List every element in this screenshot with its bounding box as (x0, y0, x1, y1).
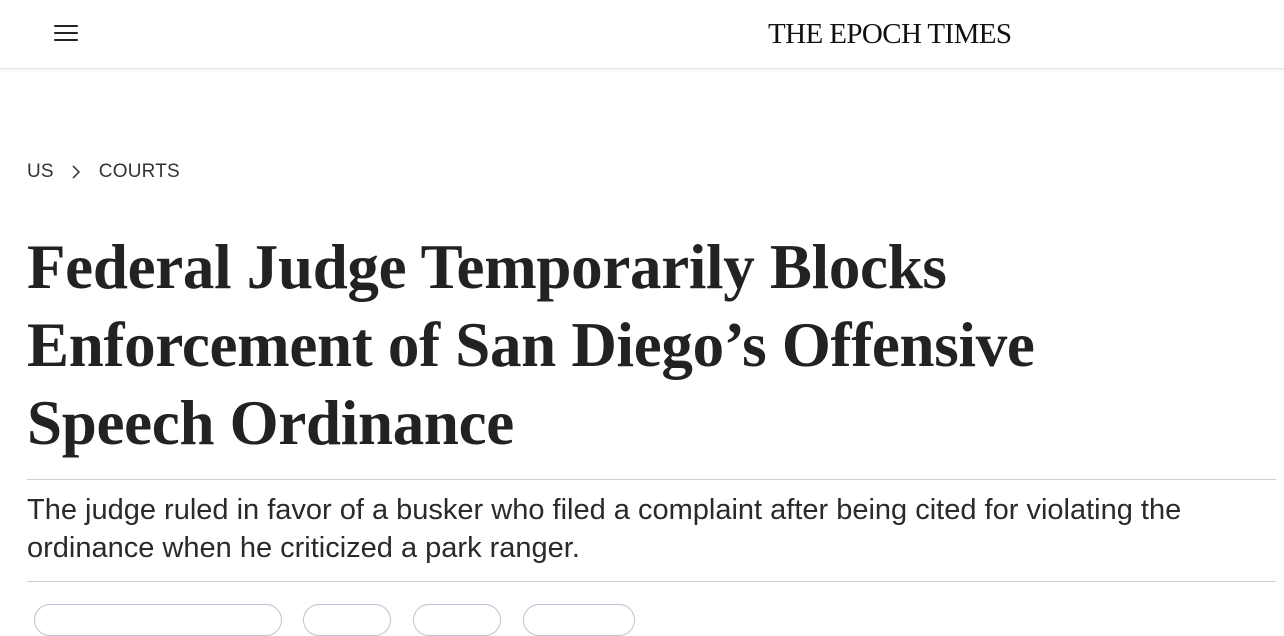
article-headline: Federal Judge Temporarily Blocks Enforce… (27, 232, 1035, 458)
breadcrumb-item-us[interactable]: US (27, 161, 54, 183)
subheadline-divider (27, 581, 1276, 582)
breadcrumb: US COURTS (27, 160, 180, 184)
article-subheadline: The judge ruled in favor of a busker who… (27, 494, 1182, 564)
hamburger-menu-icon[interactable] (52, 22, 80, 44)
chevron-right-icon (72, 165, 80, 179)
headline-divider (27, 479, 1276, 480)
top-navigation-bar: THE EPOCH TIMES (0, 0, 1284, 69)
breadcrumb-item-courts[interactable]: COURTS (99, 161, 180, 183)
site-logo[interactable]: THE EPOCH TIMES (768, 16, 1012, 52)
